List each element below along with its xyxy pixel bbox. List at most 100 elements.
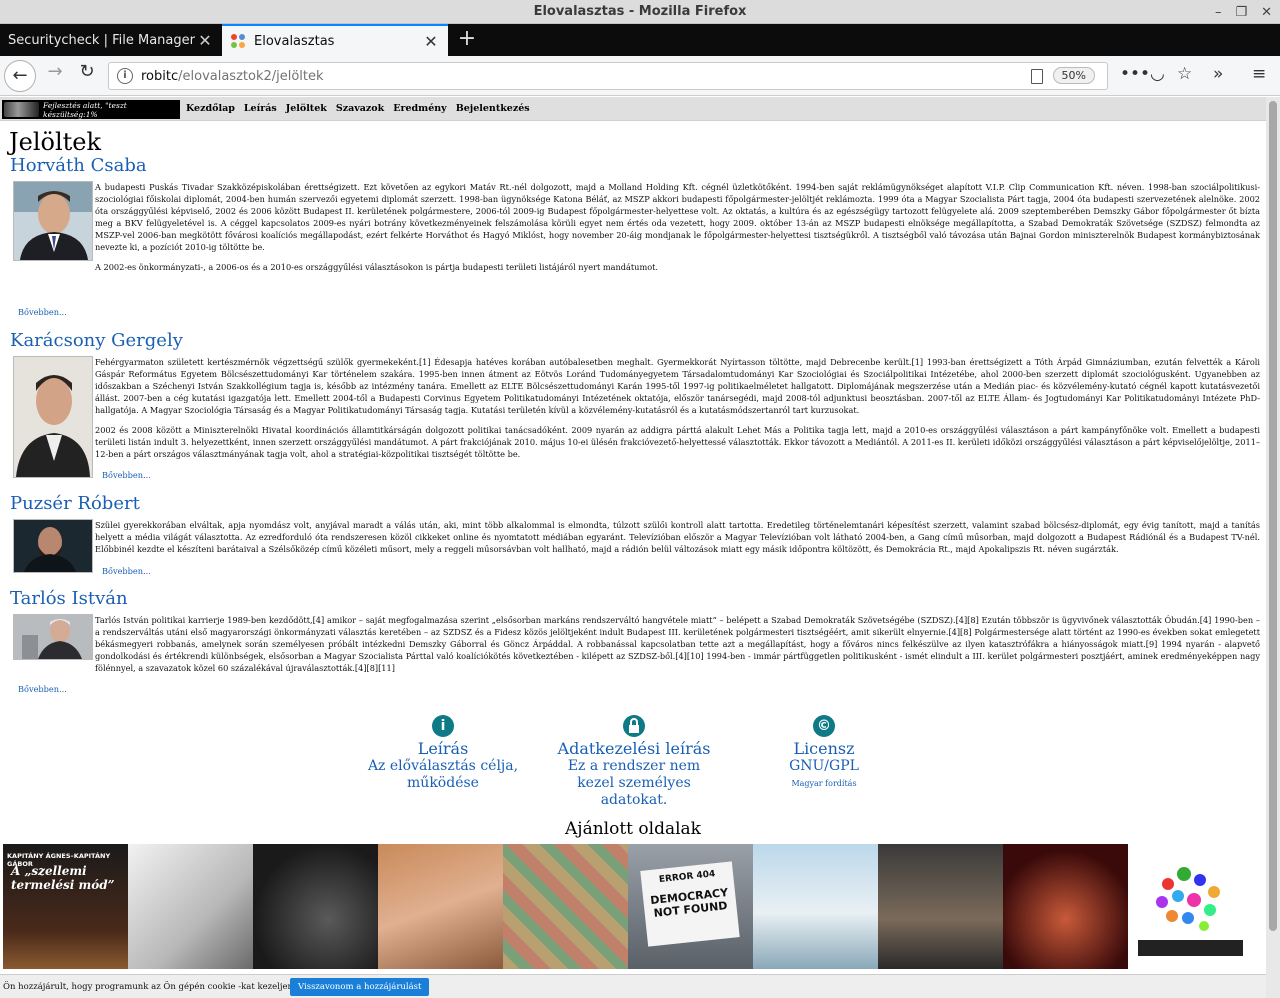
site-info-icon[interactable]: i (117, 68, 133, 84)
tab-securitycheck[interactable]: Securitycheck | File Manager Co ✕ (0, 24, 222, 56)
hamburger-menu-icon[interactable]: ≡ (1252, 64, 1266, 84)
recommended-tile[interactable] (378, 844, 503, 969)
candidate-name[interactable]: Puzsér Róbert (10, 493, 1260, 515)
recommended-tile[interactable] (878, 844, 1003, 969)
feature-desc: Az előválasztás célja, működése (367, 758, 519, 791)
reload-button[interactable]: ↻ (72, 61, 102, 91)
candidate-karacsony: Karácsony Gergely Fehérgyarmaton születe… (10, 330, 1260, 490)
candidate-bio: Tarlós István politikai karrierje 1989-b… (95, 614, 1260, 682)
tile-title: A „szellemi termelési mód” (11, 864, 115, 892)
window-titlebar: Elovalasztas - Mozilla Firefox – ❐ ✕ (0, 0, 1280, 24)
tab-label: Securitycheck | File Manager Co (8, 32, 196, 48)
read-more-link[interactable]: Bővebben... (102, 566, 151, 576)
recommended-heading: Ajánlott oldalak (565, 819, 701, 839)
dev-banner: Fejlesztés alatt, "teszt készültség:1% (2, 100, 180, 119)
recommended-tile[interactable] (253, 844, 378, 969)
feature-sublink[interactable]: Magyar fordítás (764, 779, 884, 788)
recommended-tile[interactable] (503, 844, 628, 969)
tab-bar: Securitycheck | File Manager Co ✕ Eloval… (0, 24, 1280, 56)
candidate-puzser: Puzsér Róbert Szülei gyerekkorában elvál… (10, 493, 1260, 589)
feature-title: Adatkezelési leírás (557, 739, 711, 758)
candidate-horvath: Horváth Csaba A budapesti Puskás Tivadar… (10, 155, 1260, 325)
bookmark-star-icon[interactable]: ☆ (1177, 64, 1192, 84)
info-icon: i (432, 715, 454, 737)
tab-elovalasztas[interactable]: Elovalasztas ✕ (222, 24, 448, 56)
menu-item-candidates[interactable]: Jelöltek (286, 103, 327, 114)
site-logo (4, 102, 40, 117)
candidate-bio: Szülei gyerekkorában elváltak, apja nyom… (95, 519, 1260, 563)
menu-item-home[interactable]: Kezdőlap (186, 103, 235, 114)
menu-item-description[interactable]: Leírás (244, 103, 277, 114)
feature-title: Licensz (793, 739, 855, 758)
recommended-tile[interactable] (128, 844, 253, 969)
read-more-link[interactable]: Bővebben... (18, 684, 67, 694)
recommended-tile[interactable]: ERROR 404 DEMOCRACY NOT FOUND (628, 844, 753, 969)
cookie-bar: Ön hozzájárult, hogy programunk az Ön gé… (0, 974, 1266, 998)
candidate-bio: Fehérgyarmaton született kertészmérnök v… (95, 356, 1260, 468)
banner-text: Fejlesztés alatt, "teszt készültség:1% (43, 100, 127, 119)
candidate-name[interactable]: Karácsony Gergely (10, 330, 1260, 352)
feature-description[interactable]: i Leírás Az előválasztás célja, működése (363, 715, 523, 792)
main-menu: Kezdőlap Leírás Jelöltek Szavazok Eredmé… (186, 103, 530, 114)
recommended-tile[interactable] (1128, 844, 1253, 969)
bio-paragraph: A budapesti Puskás Tivadar Szakközépisko… (95, 182, 1260, 252)
candidate-photo (13, 356, 93, 478)
candidate-photo (13, 519, 93, 573)
new-tab-button[interactable]: + (452, 24, 482, 56)
recommended-gallery: KAPITÁNY ÁGNES–KAPITÁNY GÁBOR A „szellem… (3, 844, 1253, 969)
overflow-chevron-icon[interactable]: » (1213, 64, 1223, 84)
cookie-message: Ön hozzájárult, hogy programunk az Ön gé… (3, 982, 296, 992)
feature-desc: GNU/GPL (789, 758, 859, 774)
page-scrollbar[interactable] (1266, 97, 1280, 998)
url-text[interactable]: robitc/elovalasztok2/jelöltek (141, 69, 324, 84)
minimize-icon[interactable]: – (1215, 5, 1222, 20)
site-navbar: Fejlesztés alatt, "teszt készültség:1% K… (0, 97, 1266, 121)
scrollbar-thumb[interactable] (1269, 101, 1277, 931)
revoke-consent-button[interactable]: Visszavonom a hozzájárulást (290, 978, 430, 996)
forward-button[interactable]: → (40, 61, 70, 91)
read-more-link[interactable]: Bővebben... (102, 470, 151, 480)
restore-icon[interactable]: ❐ (1235, 5, 1247, 20)
tile-caption: ERROR 404 (658, 869, 716, 886)
feature-section: i Leírás Az előválasztás célja, működése… (0, 711, 1266, 831)
feature-title: Leírás (417, 739, 469, 758)
feature-license[interactable]: © Licensz GNU/GPL Magyar fordítás (764, 715, 884, 788)
menu-item-login[interactable]: Bejelentkezés (456, 103, 530, 114)
close-tab-icon[interactable]: ✕ (196, 31, 214, 50)
read-more-link[interactable]: Bővebben... (18, 307, 67, 317)
zoom-indicator[interactable]: 50% (1052, 67, 1095, 84)
candidate-photo (13, 614, 93, 660)
close-tab-icon[interactable]: ✕ (422, 32, 440, 51)
candidate-name[interactable]: Tarlós István (10, 588, 1260, 610)
lock-icon (623, 715, 645, 737)
url-bar[interactable]: i robitc/elovalasztok2/jelöltek 50% (108, 62, 1108, 90)
back-button[interactable]: ← (4, 60, 36, 92)
bio-paragraph: Tarlós István politikai karrierje 1989-b… (95, 615, 1260, 673)
bio-paragraph: 2002 és 2008 között a Miniszterelnöki Hi… (95, 425, 1260, 459)
url-host: robitc (141, 69, 179, 84)
candidate-tarlos: Tarlós István Tarlós István politikai ka… (10, 588, 1260, 700)
candidate-bio: A budapesti Puskás Tivadar Szakközépisko… (95, 181, 1260, 281)
tile-title: DEMOCRACY NOT FOUND (649, 885, 729, 920)
bio-paragraph: Szülei gyerekkorában elváltak, apja nyom… (95, 520, 1260, 554)
window-title: Elovalasztas - Mozilla Firefox (533, 4, 747, 19)
feature-privacy[interactable]: Adatkezelési leírás Ez a rendszer nem ke… (554, 715, 714, 809)
copyright-icon: © (813, 715, 835, 737)
candidate-photo (13, 181, 93, 261)
page-actions-icon[interactable]: ••• (1120, 64, 1150, 84)
page-title: Jelöltek (9, 128, 102, 156)
feature-desc: Ez a rendszer nem kezel személyes adatok… (567, 758, 701, 808)
recommended-tile[interactable] (1003, 844, 1128, 969)
bio-paragraph: Fehérgyarmaton született kertészmérnök v… (95, 357, 1260, 415)
window-controls: – ❐ ✕ (1215, 0, 1272, 24)
recommended-tile[interactable] (753, 844, 878, 969)
navigation-toolbar: ← → ↻ i robitc/elovalasztok2/jelöltek 50… (0, 56, 1280, 96)
menu-item-results[interactable]: Eredmény (393, 103, 446, 114)
reader-view-icon[interactable] (1031, 69, 1043, 84)
close-window-icon[interactable]: ✕ (1261, 5, 1272, 20)
menu-item-vote[interactable]: Szavazok (336, 103, 384, 114)
bio-paragraph: A 2002-es önkormányzati-, a 2006-os és a… (95, 262, 659, 272)
recommended-tile[interactable]: KAPITÁNY ÁGNES–KAPITÁNY GÁBOR A „szellem… (3, 844, 128, 969)
pocket-icon[interactable]: ◡ (1150, 64, 1165, 84)
candidate-name[interactable]: Horváth Csaba (10, 155, 1260, 177)
